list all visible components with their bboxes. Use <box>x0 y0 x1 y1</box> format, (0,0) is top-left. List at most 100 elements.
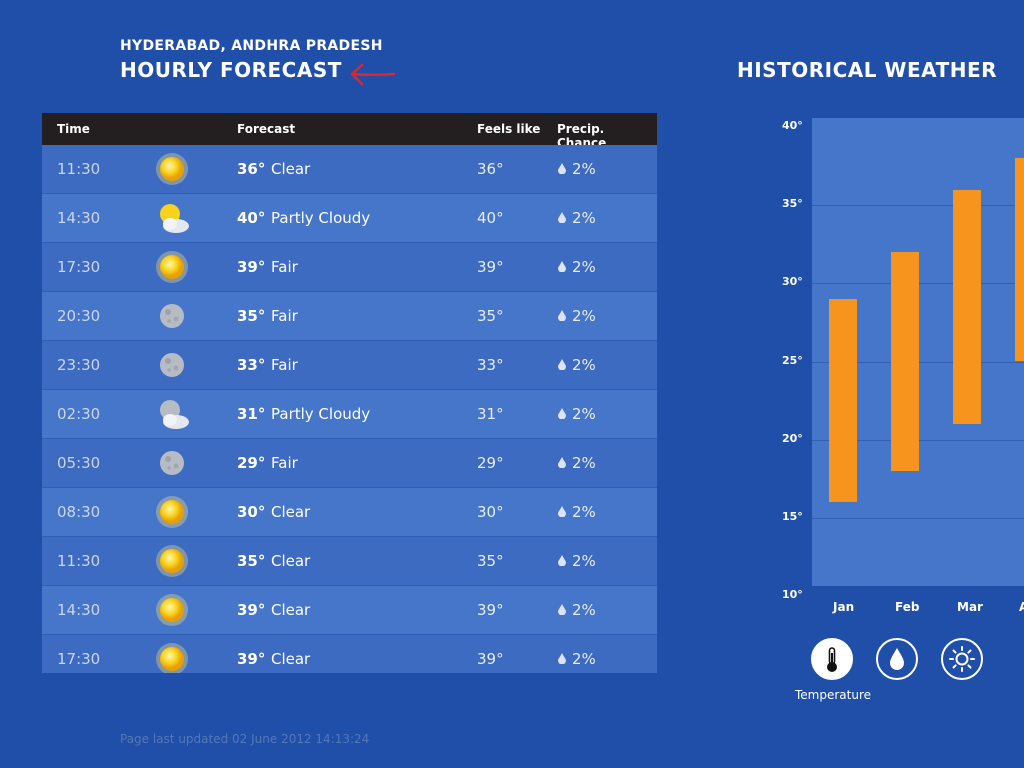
row-temperature: 40° <box>237 209 266 227</box>
table-row: 17:30 39° Fair 39° 2% <box>42 243 657 292</box>
page-title: HOURLY FORECAST <box>120 58 342 82</box>
row-condition: Clear <box>271 160 311 178</box>
moon-icon <box>154 445 190 481</box>
table-row: 11:30 36° Clear 36° 2% <box>42 145 657 194</box>
raindrop-icon <box>558 653 566 664</box>
raindrop-icon <box>558 506 566 517</box>
hourly-forecast-table: Time Forecast Feels like Precip. Chance … <box>42 113 657 673</box>
raindrop-icon <box>558 212 566 223</box>
col-forecast: Forecast <box>237 122 296 136</box>
row-precip-chance: 2% <box>572 503 596 521</box>
row-feels-like: 40° <box>477 209 504 227</box>
col-feels-like: Feels like <box>477 122 541 136</box>
row-condition: Fair <box>271 454 298 472</box>
moon-icon <box>154 298 190 334</box>
temperature-range-bar <box>829 298 857 503</box>
row-feels-like: 35° <box>477 552 504 570</box>
moon-icon <box>154 347 190 383</box>
table-row: 14:30 39° Clear 39° 2% <box>42 586 657 635</box>
table-row: 14:30 40° Partly Cloudy 40° 2% <box>42 194 657 243</box>
sun-icon <box>154 592 190 628</box>
x-tick-label: Jan <box>833 600 855 614</box>
raindrop-icon <box>558 261 566 272</box>
row-precip-chance: 2% <box>572 454 596 472</box>
row-condition: Fair <box>271 356 298 374</box>
table-row: 02:30 31° Partly Cloudy 31° 2% <box>42 390 657 439</box>
y-tick-label: 40° <box>782 119 803 132</box>
table-row: 11:30 35° Clear 35° 2% <box>42 537 657 586</box>
row-feels-like: 39° <box>477 258 504 276</box>
row-time: 14:30 <box>57 601 101 619</box>
grid-line <box>812 517 1024 519</box>
row-time: 11:30 <box>57 552 101 570</box>
row-temperature: 35° <box>237 307 266 325</box>
row-time: 23:30 <box>57 356 101 374</box>
row-precip-chance: 2% <box>572 552 596 570</box>
row-time: 17:30 <box>57 258 101 276</box>
raindrop-icon <box>890 648 904 670</box>
precipitation-button[interactable] <box>876 638 918 680</box>
last-updated: Page last updated 02 June 2012 14:13:24 <box>120 732 370 746</box>
row-temperature: 33° <box>237 356 266 374</box>
row-condition: Partly Cloudy <box>271 209 371 227</box>
row-precip-chance: 2% <box>572 307 596 325</box>
raindrop-icon <box>558 163 566 174</box>
row-temperature: 35° <box>237 552 266 570</box>
row-temperature: 36° <box>237 160 266 178</box>
row-time: 08:30 <box>57 503 101 521</box>
sun-icon <box>154 494 190 530</box>
temperature-range-bar <box>953 189 981 425</box>
row-time: 20:30 <box>57 307 101 325</box>
row-precip-chance: 2% <box>572 601 596 619</box>
row-feels-like: 39° <box>477 650 504 668</box>
row-precip-chance: 2% <box>572 258 596 276</box>
row-feels-like: 31° <box>477 405 504 423</box>
temperature-label: Temperature <box>795 688 872 702</box>
back-arrow-icon[interactable] <box>346 60 398 90</box>
table-row: 17:30 39° Clear 39° 2% <box>42 635 657 673</box>
row-precip-chance: 2% <box>572 405 596 423</box>
row-time: 05:30 <box>57 454 101 472</box>
row-temperature: 39° <box>237 601 266 619</box>
row-precip-chance: 2% <box>572 650 596 668</box>
y-tick-label: 15° <box>782 509 803 523</box>
table-row: 08:30 30° Clear 30° 2% <box>42 488 657 537</box>
y-tick-label: 20° <box>782 431 803 445</box>
sun-outline-icon <box>949 646 975 672</box>
row-temperature: 39° <box>237 650 266 668</box>
y-tick-label: 10° <box>782 588 803 601</box>
row-condition: Fair <box>271 258 298 276</box>
row-feels-like: 30° <box>477 503 504 521</box>
row-condition: Fair <box>271 307 298 325</box>
grid-line <box>812 205 1024 207</box>
temperature-range-bar <box>1015 158 1024 362</box>
row-feels-like: 29° <box>477 454 504 472</box>
sun-icon <box>154 151 190 187</box>
row-feels-like: 35° <box>477 307 504 325</box>
row-precip-chance: 2% <box>572 160 596 178</box>
temperature-button[interactable] <box>811 638 853 680</box>
x-tick-label: A <box>1019 600 1024 614</box>
x-tick-label: Feb <box>895 600 920 614</box>
raindrop-icon <box>558 555 566 566</box>
sun-icon <box>154 249 190 285</box>
thermometer-icon <box>827 647 837 672</box>
row-feels-like: 36° <box>477 160 504 178</box>
row-condition: Clear <box>271 503 311 521</box>
location-label: HYDERABAD, ANDHRA PRADESH <box>120 38 383 54</box>
sun-icon <box>154 543 190 579</box>
sunshine-button[interactable] <box>941 638 983 680</box>
row-temperature: 29° <box>237 454 266 472</box>
temperature-range-bar <box>891 252 919 471</box>
y-tick-label: 25° <box>782 353 803 367</box>
row-feels-like: 39° <box>477 601 504 619</box>
row-condition: Clear <box>271 650 311 668</box>
raindrop-icon <box>558 604 566 615</box>
row-precip-chance: 2% <box>572 209 596 227</box>
row-condition: Partly Cloudy <box>271 405 371 423</box>
row-temperature: 31° <box>237 405 266 423</box>
table-header: Time Forecast Feels like Precip. Chance <box>42 113 657 150</box>
table-row: 20:30 35° Fair 35° 2% <box>42 292 657 341</box>
partly-cloudy-day-icon <box>154 200 190 236</box>
partly-cloudy-night-icon <box>154 396 190 432</box>
